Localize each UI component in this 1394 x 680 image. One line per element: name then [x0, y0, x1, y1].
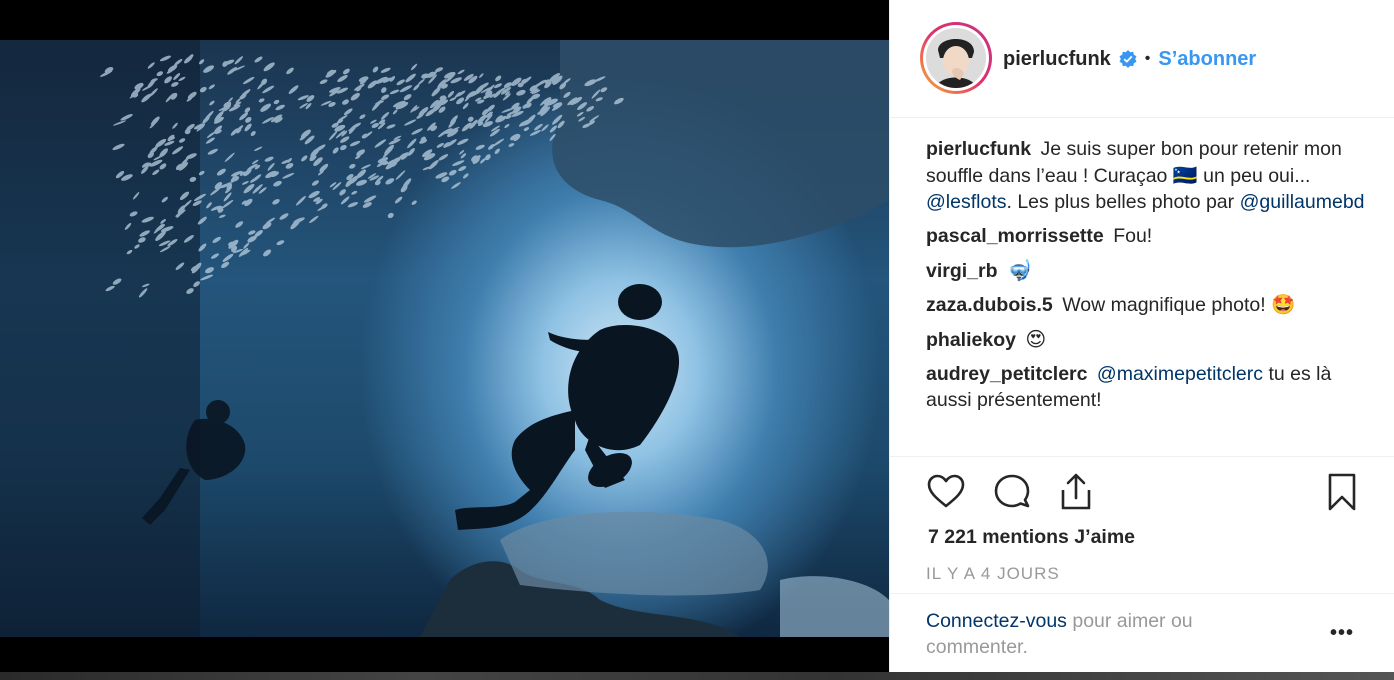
- list-item: phaliekoy 😍: [926, 326, 1366, 353]
- post-side-panel: pierlucfunk • S’abonner pierlucfunk Je s…: [889, 0, 1394, 676]
- comment-text: Wow magnifique photo! 🤩: [1062, 294, 1296, 316]
- comment-username[interactable]: pascal_morrissette: [926, 225, 1104, 247]
- post-timestamp[interactable]: IL Y A 4 JOURS: [926, 564, 1060, 584]
- mention-lesflots[interactable]: @lesflots: [926, 191, 1007, 213]
- login-prompt: Connectez-vous pour aimer ou commenter.: [926, 608, 1266, 660]
- comment-text: Fou!: [1113, 225, 1153, 247]
- next-post-strip: [0, 672, 1394, 680]
- login-link[interactable]: Connectez-vous: [926, 610, 1067, 632]
- share-icon[interactable]: [1056, 472, 1096, 512]
- avatar: [926, 28, 986, 88]
- photo-area: [0, 0, 889, 680]
- mention-guillaumebd[interactable]: @guillaumebd: [1240, 191, 1365, 213]
- likes-count[interactable]: 7 221 mentions J’aime: [928, 526, 1135, 549]
- underwater-scene: [0, 40, 889, 637]
- comment-username[interactable]: audrey_petitclerc: [926, 363, 1088, 385]
- diver-silhouette: [455, 284, 680, 530]
- caption-text-3: . Les plus belles photo par: [1006, 191, 1235, 213]
- action-bar: [926, 472, 1366, 512]
- avatar-story-ring[interactable]: [920, 22, 992, 94]
- verified-icon: [1119, 50, 1137, 68]
- divider: [890, 456, 1394, 457]
- caption: pierlucfunk Je suis super bon pour reten…: [926, 136, 1366, 215]
- post-header: pierlucfunk • S’abonner: [890, 0, 1394, 118]
- more-options-icon[interactable]: •••: [1327, 622, 1357, 652]
- curacao-flag-emoji: 🇨🇼: [1172, 163, 1198, 187]
- list-item: pascal_morrissette Fou!: [926, 223, 1366, 249]
- comment-mention[interactable]: @maximepetitclerc: [1097, 363, 1263, 385]
- comment-text: 🤿: [1006, 258, 1032, 282]
- caption-username[interactable]: pierlucfunk: [926, 138, 1031, 160]
- follow-button[interactable]: S’abonner: [1158, 48, 1256, 71]
- comments-list[interactable]: pierlucfunk Je suis super bon pour reten…: [926, 136, 1366, 456]
- comment-icon[interactable]: [992, 472, 1032, 512]
- post-photo[interactable]: [0, 40, 889, 637]
- comment-username[interactable]: zaza.dubois.5: [926, 294, 1053, 316]
- comment-username[interactable]: virgi_rb: [926, 260, 998, 282]
- caption-text-2: un peu oui...: [1203, 165, 1311, 187]
- bookmark-icon[interactable]: [1322, 472, 1362, 512]
- list-item: virgi_rb 🤿: [926, 257, 1366, 284]
- divider: [890, 593, 1394, 594]
- author-username[interactable]: pierlucfunk: [1003, 48, 1111, 71]
- list-item: audrey_petitclerc @maximepetitclerc tu e…: [926, 361, 1366, 413]
- list-item: zaza.dubois.5 Wow magnifique photo! 🤩: [926, 292, 1366, 318]
- comment-username[interactable]: phaliekoy: [926, 329, 1016, 351]
- separator-dot: •: [1144, 50, 1151, 67]
- comment-text: 😍: [1025, 327, 1047, 351]
- heart-icon[interactable]: [926, 472, 966, 512]
